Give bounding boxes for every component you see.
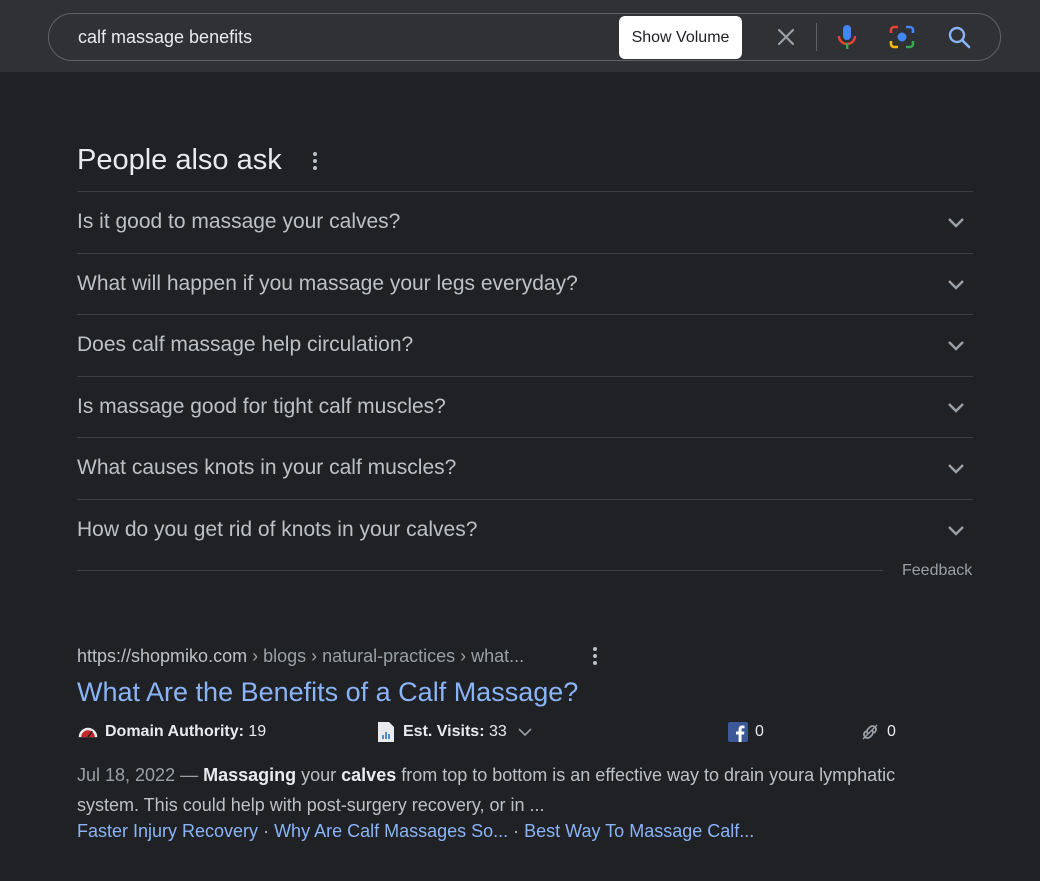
paa-question-text: Is it good to massage your calves? [77,210,401,233]
gauge-icon [77,721,99,743]
search-divider [816,23,817,51]
clear-icon[interactable] [773,24,799,50]
result-date: Jul 18, 2022 — [77,765,204,785]
est-visits-label: Est. Visits: [403,723,485,740]
chevron-down-icon [948,402,964,413]
chevron-down-icon [948,341,964,351]
result-site: https://shopmiko.com [77,646,248,666]
paa-question[interactable]: What causes knots in your calf muscles? [77,437,973,499]
result-more-options-icon[interactable] [585,646,605,666]
links-value: 0 [887,723,896,740]
chevron-down-icon [948,525,964,536]
paa-question[interactable]: What will happen if you massage your leg… [77,252,973,315]
microphone-icon[interactable] [834,24,860,50]
paa-divider [77,570,883,571]
paa-question-text: How do you get rid of knots in your calv… [77,517,478,541]
sitelink[interactable]: Faster Injury Recovery [77,821,258,841]
snippet-bold: calves [341,765,397,785]
facebook-icon [727,721,749,743]
chevron-down-icon[interactable] [517,726,533,738]
paa-question[interactable]: Does calf massage help circulation? [77,314,973,376]
camera-lens-icon[interactable] [889,24,915,50]
seo-metrics-bar: Domain Authority: 19 Est. Visits: 33 0 0 [77,719,977,745]
paa-question[interactable]: Is it good to massage your calves? [77,191,973,253]
search-box[interactable]: calf massage benefits Show Volume [48,13,1001,61]
backlinks: 0 [859,719,896,745]
show-volume-tooltip[interactable]: Show Volume [619,16,742,59]
result-title-link[interactable]: What Are the Benefits of a Calf Massage? [77,677,578,708]
chevron-down-icon [948,464,964,474]
result-sitelinks: Faster Injury Recovery · Why Are Calf Ma… [77,821,754,842]
people-also-ask-list: Is it good to massage your calves? What … [77,191,973,560]
link-icon [859,721,881,743]
more-options-icon[interactable] [305,150,325,172]
domain-authority-value: 19 [248,723,267,740]
est-visits: Est. Visits: 33 [375,719,533,745]
facebook-shares: 0 [727,719,764,745]
snippet-bold: Massaging [203,765,297,785]
sitelink[interactable]: Best Way To Massage Calf... [524,821,754,841]
snippet-text: your [296,765,342,785]
paa-question-text: What will happen if you massage your leg… [77,271,578,295]
result-url[interactable]: https://shopmiko.com › blogs › natural-p… [77,646,524,667]
search-icon[interactable] [946,24,972,50]
document-chart-icon [375,721,397,743]
paa-question-text: Does calf massage help circulation? [77,333,414,356]
domain-authority-label: Domain Authority: [105,723,244,740]
result-path: › blogs › natural-practices › what... [247,646,525,666]
feedback-link[interactable]: Feedback [902,562,972,580]
search-input[interactable]: calf massage benefits [78,27,252,48]
chevron-down-icon [948,218,964,228]
sitelink-separator: · [508,821,525,841]
facebook-value: 0 [755,723,764,740]
people-also-ask-title: People also ask [77,144,282,176]
chevron-down-icon [948,279,964,290]
est-visits-value: 33 [488,723,507,740]
result-snippet: Jul 18, 2022 — Massaging your calves fro… [77,760,907,820]
domain-authority: Domain Authority: 19 [77,719,266,745]
paa-question-text: What causes knots in your calf muscles? [77,456,457,479]
paa-question-text: Is massage good for tight calf muscles? [77,394,446,418]
sitelink-separator: · [258,821,275,841]
top-bar: calf massage benefits Show Volume [0,0,1040,72]
paa-question[interactable]: Is massage good for tight calf muscles? [77,375,973,438]
paa-question[interactable]: How do you get rid of knots in your calv… [77,498,973,561]
sitelink[interactable]: Why Are Calf Massages So... [274,821,508,841]
